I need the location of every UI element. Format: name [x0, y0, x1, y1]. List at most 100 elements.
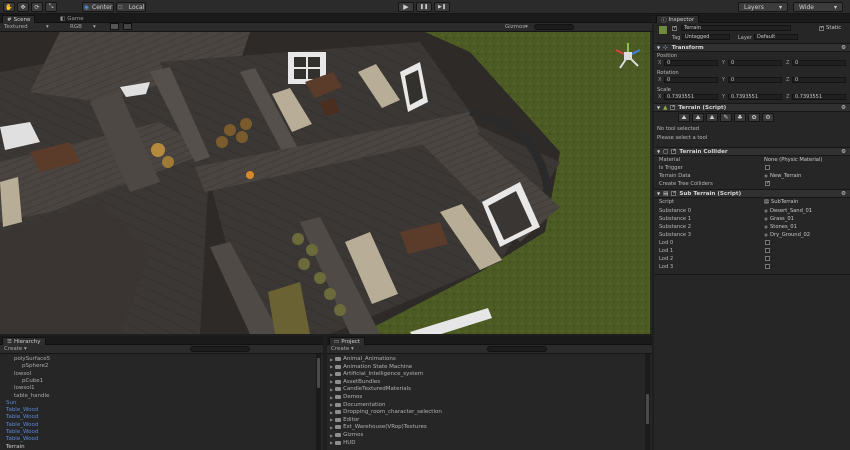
terrain-data-field[interactable]: New_Terrain: [764, 173, 801, 179]
rotation-x-field[interactable]: 0: [664, 77, 718, 83]
component-settings-icon[interactable]: ⚙: [841, 191, 846, 197]
hierarchy-search-input[interactable]: [190, 346, 250, 352]
expand-arrow-icon[interactable]: ▶: [330, 440, 333, 445]
lod-0-checkbox[interactable]: [765, 240, 770, 245]
hierarchy-item[interactable]: Terrain: [6, 444, 25, 450]
component-settings-icon[interactable]: ⚙: [841, 105, 846, 111]
paint-texture-icon[interactable]: ✎: [720, 113, 732, 122]
terrain-enabled-checkbox[interactable]: [670, 104, 676, 110]
step-button[interactable]: ▶❚: [434, 2, 450, 12]
transform-header[interactable]: ▼ ⊹ Transform ⚙: [654, 43, 850, 52]
expand-arrow-icon[interactable]: ▶: [330, 425, 333, 430]
tab-hierarchy[interactable]: ☰ Hierarchy: [2, 337, 46, 345]
project-folder-item[interactable]: ▶ AssetBundles: [330, 379, 380, 385]
hierarchy-item[interactable]: lowsol: [14, 371, 31, 377]
project-folder-item[interactable]: ▶ Editor: [330, 417, 359, 423]
tab-scene[interactable]: # Scene: [2, 15, 36, 23]
rotate-tool-icon[interactable]: ⟳: [31, 2, 43, 12]
collider-enabled-checkbox[interactable]: [671, 148, 677, 154]
terrain-collider-header[interactable]: ▼ ▢ Terrain Collider ⚙: [654, 147, 850, 156]
create-tree-colliders-checkbox[interactable]: [765, 180, 770, 186]
expand-arrow-icon[interactable]: ▶: [330, 372, 333, 377]
draw-mode-dropdown[interactable]: Textured: [4, 24, 28, 30]
hierarchy-item[interactable]: table_handle: [14, 393, 49, 399]
substance-0-field[interactable]: Desert_Sand_01: [764, 208, 812, 214]
substance-1-field[interactable]: Grass_01: [764, 216, 794, 222]
scene-search-input[interactable]: [534, 24, 574, 30]
project-folder-item[interactable]: ▶ CandleTexturedMaterials: [330, 386, 411, 392]
expand-arrow-icon[interactable]: ▶: [330, 433, 333, 438]
project-search-input[interactable]: [487, 346, 547, 352]
expand-arrow-icon[interactable]: ▶: [330, 387, 333, 392]
hierarchy-item[interactable]: polySurface5: [14, 356, 50, 362]
project-scrollbar[interactable]: [645, 354, 650, 450]
lod-2-checkbox[interactable]: [765, 256, 770, 261]
hierarchy-item[interactable]: Table_Wood: [6, 407, 38, 413]
sub-terrain-enabled-checkbox[interactable]: [671, 190, 677, 196]
script-field[interactable]: ▤ SubTerrain: [764, 199, 798, 205]
hierarchy-item[interactable]: Table_Wood: [6, 429, 38, 435]
rotation-z-field[interactable]: 0: [792, 77, 846, 83]
substance-3-field[interactable]: Dry_Ground_02: [764, 232, 810, 238]
project-create-dropdown[interactable]: Create ▾: [331, 346, 354, 352]
position-y-field[interactable]: 0: [728, 60, 782, 66]
project-folder-item[interactable]: ▶ Gizmos: [330, 432, 363, 438]
terrain-script-header[interactable]: ▼ ▲ Terrain (Script) ⚙: [654, 103, 850, 112]
2d-toggle[interactable]: [110, 23, 119, 30]
expand-arrow-icon[interactable]: ▶: [330, 395, 333, 400]
hierarchy-item[interactable]: Sun: [6, 400, 16, 406]
hierarchy-item[interactable]: Table_Wood: [6, 436, 38, 442]
layers-dropdown[interactable]: Layers ▾: [738, 2, 788, 12]
gizmos-dropdown[interactable]: Gizmos: [505, 24, 525, 30]
project-folder-item[interactable]: ▶ HUD: [330, 440, 355, 446]
rotation-y-field[interactable]: 0: [728, 77, 782, 83]
project-folder-item[interactable]: ▶ Animal_Animations: [330, 356, 396, 362]
tag-dropdown[interactable]: Untagged: [682, 34, 730, 40]
component-settings-icon[interactable]: ⚙: [841, 45, 846, 51]
project-folder-item[interactable]: ▶ Ext_Warehouse(VRop)Textures: [330, 424, 427, 430]
hierarchy-item[interactable]: pSphere2: [22, 363, 48, 369]
hierarchy-item[interactable]: Table_Wood: [6, 422, 38, 428]
move-tool-icon[interactable]: ✥: [17, 2, 29, 12]
project-folder-item[interactable]: ▶ Dropping_room_character_selection: [330, 409, 442, 415]
scale-z-field[interactable]: 0.7393551: [792, 94, 846, 100]
expand-arrow-icon[interactable]: ▶: [330, 410, 333, 415]
hierarchy-scroll-thumb[interactable]: [317, 358, 320, 388]
project-folder-item[interactable]: ▶ Documentation: [330, 402, 385, 408]
position-z-field[interactable]: 0: [792, 60, 846, 66]
layer-dropdown[interactable]: Default: [754, 34, 798, 40]
project-folder-item[interactable]: ▶ Animation State Machine: [330, 364, 412, 370]
hand-tool-icon[interactable]: ✋: [3, 2, 15, 12]
object-name-field[interactable]: Terrain: [681, 25, 791, 31]
smooth-height-icon[interactable]: ⛰: [706, 113, 718, 122]
raise-lower-terrain-icon[interactable]: ⛰: [678, 113, 690, 122]
pivot-local-button[interactable]: ⊡ Local: [116, 2, 146, 12]
place-trees-icon[interactable]: ♣: [734, 113, 746, 122]
position-x-field[interactable]: 0: [664, 60, 718, 66]
scene-viewport[interactable]: [0, 32, 650, 334]
hierarchy-item[interactable]: Table_Wood: [6, 414, 38, 420]
hierarchy-item[interactable]: lowsol1: [14, 385, 35, 391]
static-checkbox[interactable]: [819, 25, 824, 31]
pause-button[interactable]: ❚❚: [416, 2, 432, 12]
scale-x-field[interactable]: 0.7393551: [664, 94, 718, 100]
scale-y-field[interactable]: 0.7393551: [728, 94, 782, 100]
paint-height-icon[interactable]: ⛰: [692, 113, 704, 122]
expand-arrow-icon[interactable]: ▶: [330, 402, 333, 407]
hierarchy-item[interactable]: pCube1: [22, 378, 43, 384]
object-active-checkbox[interactable]: [672, 25, 677, 31]
project-folder-item[interactable]: ▶ Demos: [330, 394, 362, 400]
substance-2-field[interactable]: Stones_01: [764, 224, 797, 230]
paint-details-icon[interactable]: ✿: [748, 113, 760, 122]
lighting-toggle[interactable]: [123, 23, 132, 30]
render-mode-dropdown[interactable]: RGB: [70, 24, 82, 30]
tab-inspector[interactable]: ⓘ Inspector: [656, 15, 700, 24]
scale-tool-icon[interactable]: ⤡: [45, 2, 57, 12]
project-scroll-thumb[interactable]: [646, 394, 649, 424]
project-folder-item[interactable]: ▶ Artificial_Intelligence_system: [330, 371, 423, 377]
orientation-gizmo-icon[interactable]: [612, 40, 644, 72]
material-field[interactable]: None (Physic Material): [764, 157, 822, 163]
expand-arrow-icon[interactable]: ▶: [330, 364, 333, 369]
hierarchy-create-dropdown[interactable]: Create ▾: [4, 346, 27, 352]
lod-3-checkbox[interactable]: [765, 264, 770, 269]
